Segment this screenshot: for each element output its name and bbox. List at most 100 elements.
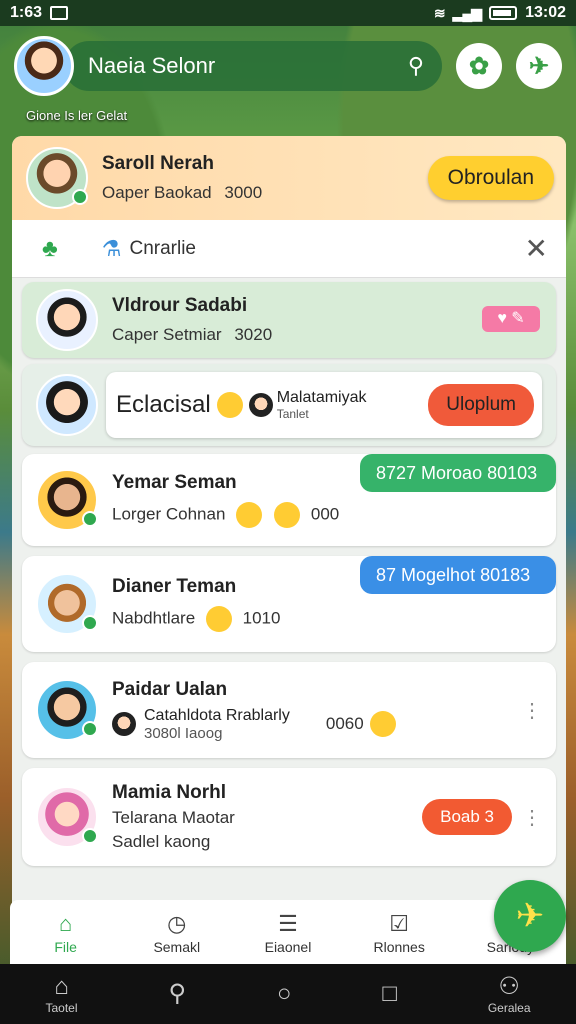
sys-label: Taotel — [45, 1001, 78, 1015]
card-line-2: Tanlet — [276, 407, 309, 421]
nav-file[interactable]: ⌂ File — [21, 909, 111, 955]
nav-label: Eiaonel — [264, 939, 312, 955]
search-icon: ⚲ — [168, 980, 187, 1007]
sys-search-button[interactable]: ⚲ — [168, 980, 186, 1008]
contact-sub-text: Caper Setmiar — [112, 325, 222, 344]
home-icon: ⌂ — [58, 911, 73, 936]
header-card[interactable]: Saroll Nerah Oaper Baokad 3000 Obroulan — [12, 136, 566, 220]
cactus-icon[interactable]: ♣ — [42, 235, 58, 263]
clock-icon: ◷ — [167, 911, 187, 936]
heart-icon[interactable]: ♥ ✎ — [482, 306, 540, 332]
contact-name: Saroll Nerah — [102, 153, 214, 174]
profile-avatar[interactable] — [14, 36, 74, 96]
count: 0060 — [325, 714, 364, 733]
toolbar: ♣ ⚗ Cnrarlie ✕ — [12, 220, 566, 278]
circle-icon: ○ — [276, 980, 292, 1007]
secondary-action-button[interactable]: Uloplum — [428, 384, 534, 426]
nav-eiaonel[interactable]: ☰ Eiaonel — [243, 909, 333, 955]
status-clock: 13:02 — [525, 4, 566, 21]
app-title: Naeia Selonr — [88, 53, 216, 78]
nav-label: File — [54, 939, 77, 955]
row-line-1: Catahldota Rrablarly — [144, 706, 290, 724]
smiley-icon — [274, 502, 301, 528]
online-icon — [82, 511, 98, 527]
count-badge[interactable]: Boab 3 — [422, 799, 512, 835]
status-time: 1:63 — [10, 4, 43, 21]
message-bubble[interactable]: 8727 Moroao 80103 — [360, 454, 556, 492]
contact-sub: Oaper Baokad 3000 — [102, 183, 428, 203]
sys-recents-button[interactable]: □ — [382, 980, 397, 1008]
close-icon[interactable]: ✕ — [525, 232, 548, 265]
mic-icon[interactable]: ⚲ — [408, 53, 424, 79]
app-bar: Naeia Selonr ⚲ ✿ ✈ — [14, 36, 562, 96]
highlight-card[interactable]: Eclacisal Malatamiyak Tanlet Uloplum — [106, 372, 542, 438]
nav-rlonnes[interactable]: ☑ Rlonnes — [354, 909, 444, 955]
plane-icon: ✈ — [528, 52, 550, 80]
list-item[interactable]: Vldrour Sadabi Caper Setmiar 3020 ♥ ✎ — [22, 282, 556, 358]
avatar — [36, 289, 98, 351]
contact-sub-text: Lorger Cohnan — [112, 504, 226, 524]
send-button[interactable]: ✈ — [516, 43, 562, 89]
primary-action-button[interactable]: Obroulan — [427, 156, 554, 200]
contact-sub-text: Nabdhtlare — [112, 608, 196, 628]
sys-home-button[interactable]: ⌂ Taotel — [45, 973, 77, 1015]
settings-button[interactable]: ✿ — [456, 43, 502, 89]
flask-icon: ⚗ — [101, 235, 122, 261]
online-icon — [82, 721, 98, 737]
gear-icon: ✿ — [468, 52, 490, 80]
avatar — [36, 679, 98, 741]
online-icon — [82, 615, 98, 631]
compose-fab[interactable]: ✈ — [494, 880, 566, 952]
avatar — [36, 469, 98, 531]
more-icon[interactable]: ⋮ — [522, 805, 542, 830]
online-icon — [72, 189, 88, 205]
smiley-icon — [205, 606, 232, 632]
smiley-icon — [369, 711, 396, 737]
list-item[interactable]: Mamia Norhl Telarana Maotar Sadlel kaong… — [22, 768, 556, 866]
avatar — [36, 374, 98, 436]
contact-name: Paidar Ualan — [112, 678, 228, 700]
amount: 3020 — [234, 325, 273, 344]
status-bar: 1:63 ≋ ▂▄▆ 13:02 — [0, 0, 576, 26]
list-item[interactable]: Paidar Ualan Catahldota Rrablarly 3080l … — [22, 662, 556, 758]
contact-sub: Caper Setmiar 3020 — [112, 325, 542, 345]
smiley-icon — [216, 392, 243, 418]
square-icon: □ — [382, 980, 397, 1007]
plane-icon: ✈ — [515, 897, 545, 935]
photo-icon — [50, 6, 69, 20]
avatar — [36, 573, 98, 635]
message-bubble[interactable]: 87 Mogelhot 80183 — [360, 556, 556, 594]
system-nav: ⌂ Taotel ⚲ ○ □ ⚇ Geralea — [0, 964, 576, 1024]
list-icon: ☰ — [278, 911, 298, 936]
card-title: Eclacisal — [116, 391, 211, 418]
list-item[interactable]: Eclacisal Malatamiyak Tanlet Uloplum — [22, 364, 556, 446]
mini-avatar — [112, 712, 136, 736]
nav-label: Semakl — [153, 939, 201, 955]
sys-circle-button[interactable]: ○ — [277, 980, 292, 1008]
avatar — [36, 786, 98, 848]
bottom-nav: ⌂File ◷Semakl ☰Eiaonel ☑Rlonnes ◙Sarlody — [10, 900, 566, 964]
contact-name: Mamia Norhl — [112, 782, 227, 803]
row-line-2: Sadlel kaong — [112, 832, 211, 851]
contact-sub-text: Oaper Baokad — [102, 183, 212, 202]
signal-icon: ▂▄▆ — [452, 4, 482, 21]
card-line-1: Malatamiyak — [276, 389, 367, 406]
app-subtitle: Gione Is ler Gelat — [26, 108, 128, 123]
amount: 3000 — [224, 183, 263, 202]
search-bar[interactable]: Naeia Selonr ⚲ — [64, 41, 442, 91]
battery-icon — [489, 6, 518, 20]
wifi-icon: ≋ — [433, 4, 446, 21]
sys-profile-button[interactable]: ⚇ Geralea — [488, 973, 531, 1015]
count: 1010 — [242, 608, 281, 628]
user-icon: ⚇ — [498, 973, 520, 1000]
contact-sub: Nabdhtlare 1010 — [112, 606, 542, 632]
avatar — [26, 147, 88, 209]
list-item[interactable]: Dianer Teman Nabdhtlare 1010 87 Mogelhot… — [22, 556, 556, 652]
main-panel: Saroll Nerah Oaper Baokad 3000 Obroulan … — [12, 136, 566, 966]
more-icon[interactable]: ⋮ — [522, 698, 542, 723]
toolbar-label[interactable]: Cnrarlie — [129, 238, 524, 260]
smiley-icon — [236, 502, 263, 528]
row-line-2: 3080l Iaoog — [144, 724, 223, 742]
nav-semakl[interactable]: ◷ Semakl — [132, 909, 222, 955]
list-item[interactable]: Yemar Seman Lorger Cohnan 000 8727 Moroa… — [22, 454, 556, 546]
